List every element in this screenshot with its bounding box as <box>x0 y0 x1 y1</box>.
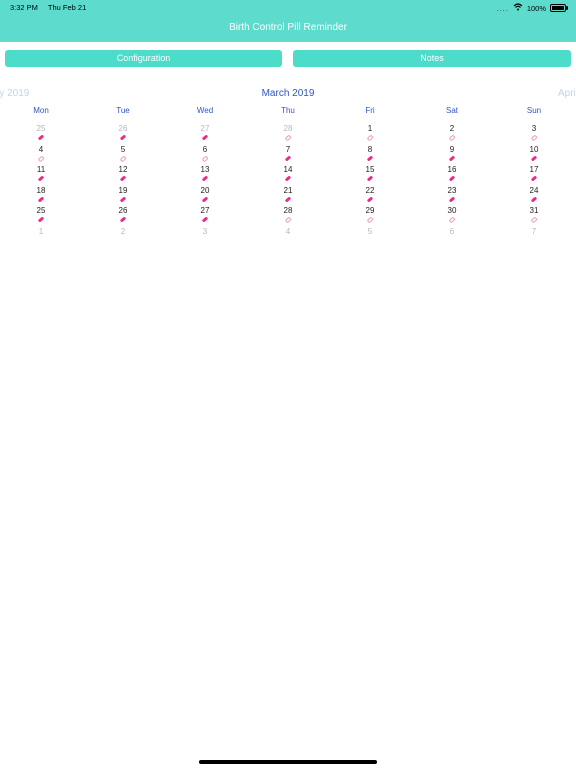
pill-icon <box>119 216 127 223</box>
calendar-day[interactable]: 9 <box>432 145 472 154</box>
pill-icon <box>448 216 456 224</box>
page-title: Birth Control Pill Reminder <box>229 22 347 33</box>
pill-icon <box>530 134 538 142</box>
calendar-day[interactable]: 15 <box>350 165 390 174</box>
weekday-sun: Sun <box>526 106 542 115</box>
status-time: 3:32 PM <box>10 3 38 12</box>
pill-icon <box>530 155 538 162</box>
calendar-day[interactable]: 24 <box>514 186 554 195</box>
calendar-day[interactable]: 1 <box>21 227 61 236</box>
pill-icon <box>37 134 45 141</box>
configuration-button[interactable]: Configuration <box>5 50 282 67</box>
pill-icon <box>448 155 456 162</box>
calendar-day[interactable]: 5 <box>350 227 390 236</box>
calendar-day[interactable]: 6 <box>185 145 225 154</box>
pill-icon <box>530 216 538 224</box>
calendar-day[interactable]: 3 <box>514 124 554 133</box>
calendar-day[interactable]: 27 <box>185 124 225 133</box>
weekday-mon: Mon <box>33 106 49 115</box>
pill-icon <box>284 216 292 224</box>
notes-button[interactable]: Notes <box>293 50 571 67</box>
weekday-sat: Sat <box>445 106 458 115</box>
calendar-day[interactable]: 7 <box>268 145 308 154</box>
calendar-day[interactable]: 30 <box>432 206 472 215</box>
calendar-day[interactable]: 17 <box>514 165 554 174</box>
signal-dots: .... <box>496 3 509 13</box>
current-month-label: March 2019 <box>261 88 315 99</box>
calendar-day[interactable]: 20 <box>185 186 225 195</box>
calendar-day[interactable]: 31 <box>514 206 554 215</box>
status-bar-left: 3:32 PM Thu Feb 21 <box>10 3 94 12</box>
pill-icon <box>37 175 45 182</box>
calendar-day[interactable]: 4 <box>268 227 308 236</box>
pill-icon <box>119 155 127 163</box>
calendar-day[interactable]: 21 <box>268 186 308 195</box>
status-date: Thu Feb 21 <box>47 3 87 12</box>
pill-icon <box>284 155 292 162</box>
pill-icon <box>448 196 456 203</box>
calendar-day[interactable]: 2 <box>103 227 143 236</box>
home-indicator[interactable] <box>199 760 377 764</box>
calendar-day[interactable]: 2 <box>432 124 472 133</box>
pill-icon <box>530 175 538 182</box>
pill-icon <box>201 155 209 163</box>
calendar-day[interactable]: 19 <box>103 186 143 195</box>
pill-icon <box>530 196 538 203</box>
calendar-day[interactable]: 5 <box>103 145 143 154</box>
calendar-day[interactable]: 10 <box>514 145 554 154</box>
calendar-day[interactable]: 8 <box>350 145 390 154</box>
status-bar-right: .... 100% <box>496 3 568 13</box>
pill-icon <box>37 216 45 223</box>
calendar-day[interactable]: 26 <box>103 206 143 215</box>
pill-icon <box>201 216 209 223</box>
pill-icon <box>284 134 292 142</box>
pill-icon <box>119 134 127 141</box>
calendar-day[interactable]: 13 <box>185 165 225 174</box>
calendar-day[interactable]: 23 <box>432 186 472 195</box>
pill-icon <box>201 175 209 182</box>
calendar-day[interactable]: 1 <box>350 124 390 133</box>
calendar-day[interactable]: 27 <box>185 206 225 215</box>
weekday-fri: Fri <box>365 106 375 115</box>
calendar-day[interactable]: 25 <box>21 124 61 133</box>
pill-icon <box>366 155 374 162</box>
weekday-wed: Wed <box>196 106 214 115</box>
calendar-day[interactable]: 4 <box>21 145 61 154</box>
calendar-day[interactable]: 7 <box>514 227 554 236</box>
battery-percent: 100% <box>526 3 546 13</box>
pill-icon <box>37 155 45 163</box>
pill-icon <box>119 196 127 203</box>
calendar-day[interactable]: 6 <box>432 227 472 236</box>
calendar-day[interactable]: 25 <box>21 206 61 215</box>
pill-icon <box>366 196 374 203</box>
pill-icon <box>366 175 374 182</box>
next-month-label[interactable]: April <box>558 88 576 99</box>
calendar-day[interactable]: 11 <box>21 165 61 174</box>
weekday-thu: Thu <box>281 106 295 115</box>
pill-icon <box>119 175 127 182</box>
calendar-day[interactable]: 28 <box>268 124 308 133</box>
pill-icon <box>37 196 45 203</box>
calendar-day[interactable]: 12 <box>103 165 143 174</box>
app-header: 3:32 PM Thu Feb 21 .... 100% Birth Contr… <box>0 0 576 42</box>
wifi-icon <box>513 3 523 13</box>
battery-icon <box>550 4 568 12</box>
calendar-day[interactable]: 29 <box>350 206 390 215</box>
pill-icon <box>284 175 292 182</box>
pill-icon <box>366 216 374 224</box>
calendar-day[interactable]: 14 <box>268 165 308 174</box>
pill-icon <box>366 134 374 142</box>
pill-icon <box>201 196 209 203</box>
calendar-day[interactable]: 26 <box>103 124 143 133</box>
calendar-day[interactable]: 3 <box>185 227 225 236</box>
calendar-day[interactable]: 28 <box>268 206 308 215</box>
calendar-day[interactable]: 16 <box>432 165 472 174</box>
weekday-tue: Tue <box>116 106 130 115</box>
pill-icon <box>448 175 456 182</box>
calendar-day[interactable]: 22 <box>350 186 390 195</box>
pill-icon <box>201 134 209 141</box>
calendar-day[interactable]: 18 <box>21 186 61 195</box>
pill-icon <box>284 196 292 203</box>
pill-icon <box>448 134 456 142</box>
